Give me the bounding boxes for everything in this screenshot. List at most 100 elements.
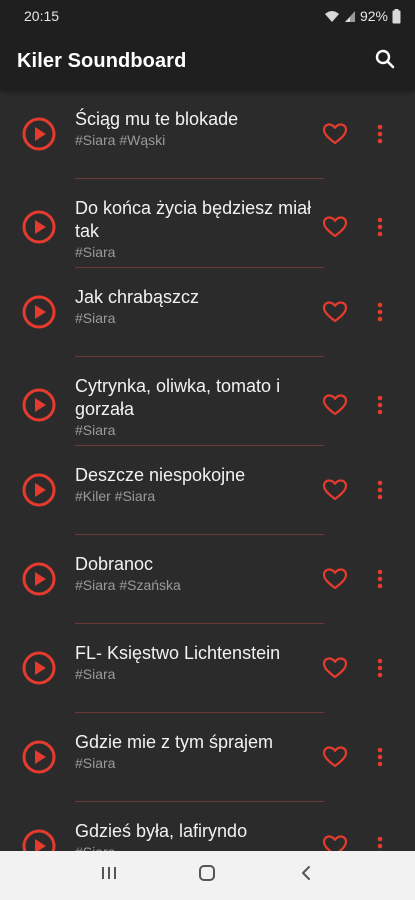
list-item[interactable]: Deszcze niespokojne #Kiler #Siara xyxy=(0,446,415,535)
sound-title: Gdzieś była, lafiryndo xyxy=(75,821,248,841)
play-button[interactable] xyxy=(22,210,56,244)
play-button[interactable] xyxy=(22,388,56,422)
more-vert-icon xyxy=(377,658,383,678)
more-options-button[interactable] xyxy=(370,215,390,239)
play-circle-icon xyxy=(22,388,56,422)
favorite-button[interactable] xyxy=(322,834,348,851)
more-options-button[interactable] xyxy=(370,834,390,851)
list-item[interactable]: Gdzie mie z tym śprajem #Siara xyxy=(0,713,415,802)
play-circle-icon xyxy=(22,295,56,329)
sound-title: Do końca życia będziesz miał tak xyxy=(75,198,312,241)
list-item[interactable]: Gdzieś była, lafiryndo #Siara xyxy=(0,802,415,851)
sound-tags: #Siara xyxy=(75,244,116,260)
status-bar: 20:15 92% xyxy=(0,0,415,32)
play-circle-icon xyxy=(22,210,56,244)
list-item[interactable]: Dobranoc #Siara #Szańska xyxy=(0,535,415,624)
favorite-button[interactable] xyxy=(322,393,348,417)
heart-outline-icon xyxy=(322,301,348,323)
sound-title: Jak chrabąszcz xyxy=(75,287,200,307)
list-item[interactable]: Jak chrabąszcz #Siara xyxy=(0,268,415,357)
more-vert-icon xyxy=(377,836,383,851)
more-vert-icon xyxy=(377,569,383,589)
sound-tags: #Kiler #Siara xyxy=(75,488,156,504)
favorite-button[interactable] xyxy=(322,656,348,680)
more-options-button[interactable] xyxy=(370,122,390,146)
sound-tags: #Siara xyxy=(75,666,116,682)
play-circle-icon xyxy=(22,562,56,596)
heart-outline-icon xyxy=(322,479,348,501)
heart-outline-icon xyxy=(322,394,348,416)
list-item[interactable]: Do końca życia będziesz miał tak #Siara xyxy=(0,179,415,268)
play-button[interactable] xyxy=(22,117,56,151)
sound-text: Jak chrabąszcz #Siara xyxy=(75,286,320,328)
sound-tags: #Siara xyxy=(75,843,320,851)
favorite-button[interactable] xyxy=(322,478,348,502)
play-button[interactable] xyxy=(22,651,56,685)
more-options-button[interactable] xyxy=(370,745,390,769)
more-options-button[interactable] xyxy=(370,300,390,324)
list-item[interactable]: Cytrynka, oliwka, tomato i gorzała #Siara xyxy=(0,357,415,446)
favorite-button[interactable] xyxy=(322,745,348,769)
sound-tags: #Siara xyxy=(75,422,116,438)
battery-level: 92% xyxy=(359,8,388,24)
sound-title: FL- Księstwo Lichtenstein xyxy=(75,643,281,663)
sound-tags: #Siara xyxy=(75,755,116,771)
heart-outline-icon xyxy=(322,123,348,145)
home-button[interactable] xyxy=(187,856,227,896)
sound-text: Dobranoc #Siara #Szańska xyxy=(75,553,320,595)
list-item[interactable]: Ściąg mu te blokade #Siara #Wąski xyxy=(0,90,415,179)
sound-text: FL- Księstwo Lichtenstein #Siara xyxy=(75,642,320,684)
sound-text: Ściąg mu te blokade #Siara #Wąski xyxy=(75,108,320,150)
more-options-button[interactable] xyxy=(370,478,390,502)
sound-text: Gdzie mie z tym śprajem #Siara xyxy=(75,731,320,773)
play-button[interactable] xyxy=(22,562,56,596)
recent-apps-button[interactable] xyxy=(89,856,129,896)
more-vert-icon xyxy=(377,217,383,237)
sound-title: Dobranoc xyxy=(75,554,154,574)
battery-icon xyxy=(392,8,401,24)
status-icons: 92% xyxy=(324,8,401,24)
signal-icon xyxy=(344,10,356,23)
recent-apps-icon xyxy=(100,865,118,886)
back-icon xyxy=(299,864,313,887)
heart-outline-icon xyxy=(322,216,348,238)
more-options-button[interactable] xyxy=(370,567,390,591)
play-button[interactable] xyxy=(22,473,56,507)
sound-title: Cytrynka, oliwka, tomato i gorzała xyxy=(75,376,281,419)
play-button[interactable] xyxy=(22,829,56,851)
play-circle-icon xyxy=(22,651,56,685)
sound-text: Gdzieś była, lafiryndo #Siara xyxy=(75,820,320,851)
play-circle-icon xyxy=(22,473,56,507)
sound-text: Deszcze niespokojne #Kiler #Siara xyxy=(75,464,320,506)
play-button[interactable] xyxy=(22,295,56,329)
favorite-button[interactable] xyxy=(322,215,348,239)
app-bar: Kiler Soundboard xyxy=(0,32,415,90)
play-circle-icon xyxy=(22,117,56,151)
more-options-button[interactable] xyxy=(370,393,390,417)
status-time: 20:15 xyxy=(24,8,60,24)
list-item[interactable]: FL- Księstwo Lichtenstein #Siara xyxy=(0,624,415,713)
sound-tags: #Siara xyxy=(75,310,116,326)
wifi-icon xyxy=(324,9,340,23)
sound-list[interactable]: Ściąg mu te blokade #Siara #Wąski Do końca… xyxy=(0,90,415,851)
favorite-button[interactable] xyxy=(322,567,348,591)
favorite-button[interactable] xyxy=(322,122,348,146)
heart-outline-icon xyxy=(322,835,348,851)
favorite-button[interactable] xyxy=(322,300,348,324)
search-button[interactable] xyxy=(369,45,401,77)
sound-tags: #Siara #Szańska xyxy=(75,577,181,593)
back-button[interactable] xyxy=(286,856,326,896)
play-button[interactable] xyxy=(22,740,56,774)
sound-title: Gdzie mie z tym śprajem xyxy=(75,732,274,752)
more-vert-icon xyxy=(377,480,383,500)
play-circle-icon xyxy=(22,740,56,774)
sound-title: Ściąg mu te blokade xyxy=(75,109,239,129)
home-icon xyxy=(198,864,216,887)
more-vert-icon xyxy=(377,302,383,322)
more-options-button[interactable] xyxy=(370,656,390,680)
app-title: Kiler Soundboard xyxy=(17,49,187,72)
sound-tags: #Siara #Wąski xyxy=(75,132,166,148)
sound-text: Do końca życia będziesz miał tak #Siara xyxy=(75,197,320,262)
more-vert-icon xyxy=(377,395,383,415)
sound-title: Deszcze niespokojne xyxy=(75,465,246,485)
